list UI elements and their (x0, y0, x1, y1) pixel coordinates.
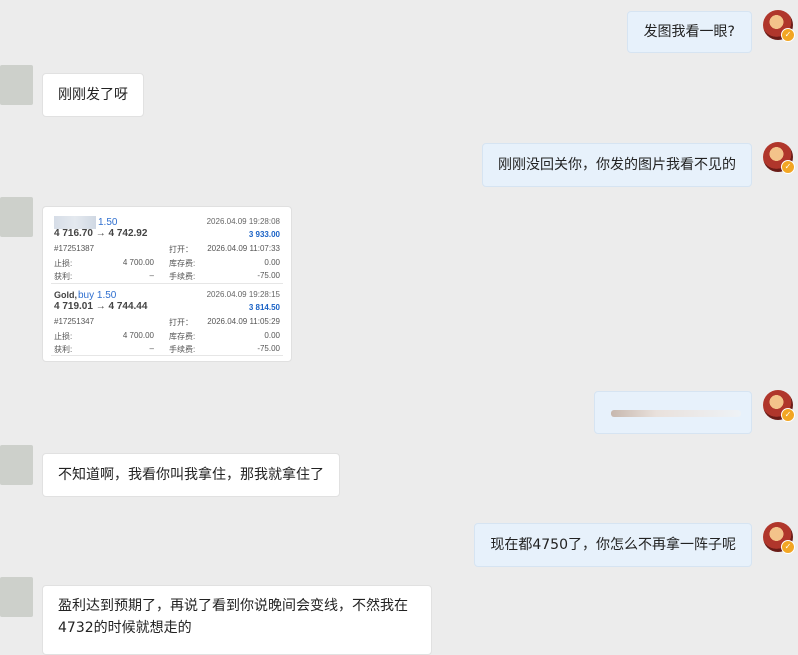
sl-value: 4 700.00 (122, 258, 154, 267)
message-bubble-right-blurred[interactable] (594, 391, 752, 434)
trade-screenshot-image[interactable]: 1.50 2026.04.09 19:28:08 4 716.70 → 4 74… (42, 206, 292, 362)
ticket-number: #17251387 (54, 244, 95, 253)
trade-action: 1.50 (98, 217, 118, 228)
fee-label: 手续费: (169, 345, 196, 354)
divider (51, 283, 283, 284)
contact-avatar[interactable] (0, 445, 33, 485)
swap-value: 0.00 (264, 258, 280, 267)
message-text: 刚刚没回关你，你发的图片我看不见的 (498, 157, 736, 173)
open-label: 打开： (169, 245, 193, 254)
message-text: 发图我看一眼? (643, 24, 735, 40)
tp-label: 获利: (54, 345, 73, 354)
tp-value: – (149, 271, 154, 280)
fee-value: -75.00 (257, 344, 280, 353)
close-time: 2026.04.09 19:28:08 (206, 217, 280, 226)
message-bubble-right[interactable]: 刚刚没回关你，你发的图片我看不见的 (482, 143, 752, 187)
message-bubble-left[interactable]: 不知道啊，我看你叫我拿住，那我就拿住了 (42, 453, 340, 497)
message-text: 不知道啊，我看你叫我拿住，那我就拿住了 (58, 467, 324, 483)
swap-value: 0.00 (264, 331, 280, 340)
open-label: 打开： (169, 318, 193, 327)
swap-label: 库存费: (169, 332, 196, 341)
user-avatar[interactable]: ✓ (763, 142, 795, 174)
tp-value: – (149, 344, 154, 353)
open-time: 2026.04.09 11:07:33 (207, 244, 280, 253)
contact-avatar[interactable] (0, 197, 33, 237)
message-text: 现在都4750了，你怎么不再拿一阵子呢 (490, 537, 736, 553)
message-bubble-right[interactable]: 发图我看一眼? (626, 11, 752, 53)
ticket-number: #17251347 (54, 317, 95, 326)
trade-prices: 4 716.70 → 4 742.92 (54, 228, 148, 239)
fee-label: 手续费: (169, 272, 196, 281)
trade-prices: 4 719.01 → 4 744.44 (54, 301, 148, 312)
message-bubble-left[interactable]: 刚刚发了呀 (42, 73, 144, 117)
blurred-content (611, 410, 741, 417)
trade-profit: 3 814.50 (248, 303, 280, 312)
divider (51, 355, 283, 356)
verified-badge-icon: ✓ (781, 540, 795, 554)
swap-label: 库存费: (169, 259, 196, 268)
trade-action: buy 1.50 (78, 290, 117, 301)
verified-badge-icon: ✓ (781, 160, 795, 174)
message-bubble-right[interactable]: 现在都4750了，你怎么不再拿一阵子呢 (474, 523, 752, 567)
tp-label: 获利: (54, 272, 73, 281)
user-avatar[interactable]: ✓ (763, 10, 795, 42)
user-avatar[interactable]: ✓ (763, 390, 795, 422)
sl-label: 止损: (54, 332, 73, 341)
sl-value: 4 700.00 (122, 331, 154, 340)
contact-avatar[interactable] (0, 65, 33, 105)
message-text: 盈利达到预期了，再说了看到你说晚间会变线，不然我在4732的时候就想走的 (58, 598, 408, 636)
user-avatar[interactable]: ✓ (763, 522, 795, 554)
open-time: 2026.04.09 11:05:29 (207, 317, 280, 326)
chat-window: ✓ 发图我看一眼? 刚刚发了呀 ✓ 刚刚没回关你，你发的图片我看不见的 1.50… (0, 0, 798, 655)
trade-symbol: Gold, (54, 290, 77, 300)
fee-value: -75.00 (257, 271, 280, 280)
message-bubble-left[interactable]: 盈利达到预期了，再说了看到你说晚间会变线，不然我在4732的时候就想走的 (42, 585, 432, 655)
contact-avatar[interactable] (0, 577, 33, 617)
verified-badge-icon: ✓ (781, 408, 795, 422)
close-time: 2026.04.09 19:28:15 (206, 290, 280, 299)
verified-badge-icon: ✓ (781, 28, 795, 42)
trade-profit: 3 933.00 (248, 230, 280, 239)
message-text: 刚刚发了呀 (58, 87, 128, 103)
sl-label: 止损: (54, 259, 73, 268)
